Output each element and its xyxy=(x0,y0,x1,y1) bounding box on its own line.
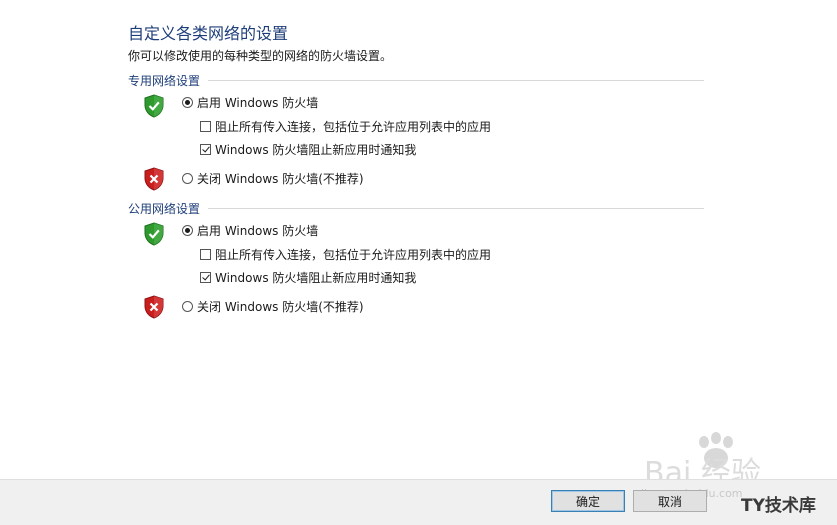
private-block-all-label: 阻止所有传入连接，包括位于允许应用列表中的应用 xyxy=(215,120,492,134)
page-title: 自定义各类网络的设置 xyxy=(128,24,289,43)
shield-check-icon xyxy=(144,222,164,246)
public-block-all-checkbox[interactable]: 阻止所有传入连接，包括位于允许应用列表中的应用 xyxy=(200,246,491,263)
public-notify-checkbox[interactable]: Windows 防火墙阻止新应用时通知我 xyxy=(200,269,416,286)
private-disable-radio[interactable]: 关闭 Windows 防火墙(不推荐) xyxy=(182,170,364,187)
footer-bar xyxy=(0,479,837,525)
ok-button[interactable]: 确定 xyxy=(551,490,625,512)
private-enable-label: 启用 Windows 防火墙 xyxy=(197,96,319,110)
ty-watermark: TY技术库 xyxy=(741,496,816,516)
public-disable-radio[interactable]: 关闭 Windows 防火墙(不推荐) xyxy=(182,298,364,315)
public-network-header: 公用网络设置 xyxy=(128,200,704,216)
radio-button[interactable] xyxy=(182,301,193,312)
cancel-button[interactable]: 取消 xyxy=(633,490,707,512)
radio-button[interactable] xyxy=(182,173,193,184)
shield-x-icon xyxy=(144,295,164,319)
divider xyxy=(208,79,704,81)
public-disable-label: 关闭 Windows 防火墙(不推荐) xyxy=(197,300,364,314)
private-network-header: 专用网络设置 xyxy=(128,72,704,88)
radio-button-selected[interactable] xyxy=(182,97,193,108)
checkbox-unchecked[interactable] xyxy=(200,121,211,132)
shield-x-icon xyxy=(144,167,164,191)
checkbox-checked[interactable] xyxy=(200,272,211,283)
private-enable-radio[interactable]: 启用 Windows 防火墙 xyxy=(182,94,318,111)
public-enable-label: 启用 Windows 防火墙 xyxy=(197,224,319,238)
checkbox-checked[interactable] xyxy=(200,144,211,155)
public-network-header-label: 公用网络设置 xyxy=(128,201,201,216)
public-block-all-label: 阻止所有传入连接，包括位于允许应用列表中的应用 xyxy=(215,248,492,262)
checkbox-unchecked[interactable] xyxy=(200,249,211,260)
radio-button-selected[interactable] xyxy=(182,225,193,236)
private-notify-label: Windows 防火墙阻止新应用时通知我 xyxy=(215,143,417,157)
shield-check-icon xyxy=(144,94,164,118)
divider xyxy=(208,207,704,209)
private-notify-checkbox[interactable]: Windows 防火墙阻止新应用时通知我 xyxy=(200,141,416,158)
private-network-header-label: 专用网络设置 xyxy=(128,73,201,88)
private-disable-label: 关闭 Windows 防火墙(不推荐) xyxy=(197,172,364,186)
public-notify-label: Windows 防火墙阻止新应用时通知我 xyxy=(215,271,417,285)
public-enable-radio[interactable]: 启用 Windows 防火墙 xyxy=(182,222,318,239)
page-description: 你可以修改使用的每种类型的网络的防火墙设置。 xyxy=(128,49,393,63)
private-block-all-checkbox[interactable]: 阻止所有传入连接，包括位于允许应用列表中的应用 xyxy=(200,118,491,135)
